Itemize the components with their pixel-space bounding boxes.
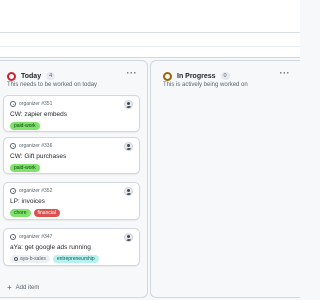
label-paid-work[interactable]: paid-work (10, 164, 40, 172)
assignee-avatar[interactable] (124, 142, 133, 151)
board-column-in-progress: In Progress 0 ··· This is actively being… (150, 60, 300, 298)
card-labels: chore financial (10, 209, 60, 217)
card-labels: paid-work (10, 122, 40, 130)
card-title[interactable]: CW: Gift purchases (10, 153, 66, 160)
column-description: This needs to be worked on today (7, 82, 98, 88)
status-circle-icon (163, 71, 172, 81)
board-column-today: Today 4 ··· This needs to be worked on t… (0, 60, 148, 298)
item-count-badge: 0 (220, 72, 230, 80)
column-options-icon[interactable]: ··· (127, 68, 138, 78)
issue-open-icon (10, 188, 16, 194)
add-item-label: Add item (15, 285, 40, 291)
project-top-bar (0, 0, 300, 58)
label-aya-b-sales[interactable]: aya-b-sales (10, 255, 50, 263)
label-financial[interactable]: financial (33, 209, 60, 217)
item-count-badge: 4 (46, 72, 56, 80)
column-header: Today 4 ··· (7, 68, 141, 83)
card-meta: organizer #336 (10, 143, 52, 149)
assignee-avatar[interactable] (124, 233, 133, 242)
label-entrepreneurship[interactable]: entrepreneurship (52, 255, 99, 263)
assignee-avatar[interactable] (124, 100, 133, 109)
card-issue-ref[interactable]: organizer #352 (19, 188, 52, 194)
card-labels: aya-b-sales entrepreneurship (10, 255, 99, 263)
issue-open-icon (10, 101, 16, 107)
card-title[interactable]: aYa: get google ads running (10, 244, 91, 251)
label-paid-work[interactable]: paid-work (10, 122, 40, 130)
status-circle-icon (7, 71, 16, 81)
card-meta: organizer #351 (10, 101, 52, 107)
plus-icon: + (7, 283, 12, 292)
card-meta: organizer #352 (10, 188, 52, 194)
board-card[interactable]: organizer #351 CW: zapier embeds paid-wo… (3, 95, 140, 132)
card-title[interactable]: LP: invoices (10, 198, 45, 205)
card-issue-ref[interactable]: organizer #336 (19, 143, 52, 149)
card-issue-ref[interactable]: organizer #347 (19, 234, 52, 240)
board-card[interactable]: organizer #336 CW: Gift purchases paid-w… (3, 137, 140, 174)
assignee-avatar[interactable] (124, 187, 133, 196)
card-title[interactable]: CW: zapier embeds (10, 111, 67, 118)
issue-open-icon (10, 234, 16, 240)
link-icon (14, 257, 18, 261)
label-text: aya-b-sales (20, 255, 46, 262)
column-header: In Progress 0 ··· (163, 68, 294, 83)
label-chore[interactable]: chore (10, 209, 31, 217)
add-item-button[interactable]: + Add item (7, 283, 40, 292)
card-meta: organizer #347 (10, 234, 52, 240)
card-labels: paid-work (10, 164, 40, 172)
board-card[interactable]: organizer #347 aYa: get google ads runni… (3, 228, 140, 266)
column-description: This is actively being worked on (163, 82, 248, 88)
card-issue-ref[interactable]: organizer #351 (19, 101, 52, 107)
board-card[interactable]: organizer #352 LP: invoices chore financ… (3, 182, 140, 220)
issue-open-icon (10, 143, 16, 149)
filter-bar-divider (0, 46, 300, 47)
toolbar-divider (0, 32, 300, 33)
column-title: In Progress (177, 72, 216, 80)
column-options-icon[interactable]: ··· (280, 68, 291, 78)
column-title: Today (21, 72, 42, 80)
